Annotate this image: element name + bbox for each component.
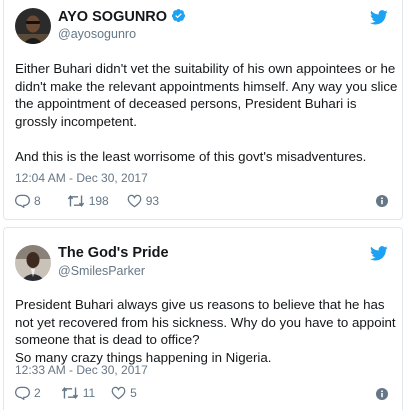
action-bar: 8 198 93 bbox=[15, 192, 173, 210]
like-count: 5 bbox=[130, 386, 137, 400]
like-button[interactable]: 93 bbox=[127, 194, 159, 208]
tweet-paragraph: Either Buhari didn't vet the suitability… bbox=[15, 61, 398, 129]
heart-icon bbox=[127, 194, 142, 208]
tweet-card[interactable]: AYO SOGUNRO @ayosogunro Either Buhari di… bbox=[3, 0, 403, 220]
timestamp[interactable]: 12:04 AM - Dec 30, 2017 bbox=[15, 171, 148, 185]
heart-icon bbox=[111, 386, 126, 400]
twitter-bird-icon[interactable] bbox=[370, 10, 388, 25]
tweet-text: Either Buhari didn't vet the suitability… bbox=[15, 60, 399, 165]
action-bar: 2 11 5 bbox=[15, 384, 151, 402]
info-icon[interactable] bbox=[376, 388, 388, 400]
reply-count: 2 bbox=[34, 386, 41, 400]
retweet-count: 198 bbox=[88, 194, 109, 208]
avatar[interactable] bbox=[15, 8, 51, 44]
author-name[interactable]: The God's Pride bbox=[58, 245, 169, 261]
author-handle[interactable]: @SmilesParker bbox=[58, 264, 145, 278]
reply-button[interactable]: 2 bbox=[15, 386, 41, 400]
author-name[interactable]: AYO SOGUNRO bbox=[58, 8, 186, 25]
like-count: 93 bbox=[145, 194, 160, 208]
retweet-button[interactable]: 198 bbox=[67, 194, 109, 208]
tweet-paragraph: And this is the least worrisome of this … bbox=[15, 148, 367, 164]
reply-count: 8 bbox=[34, 194, 41, 208]
twitter-bird-icon[interactable] bbox=[370, 246, 388, 261]
author-handle[interactable]: @ayosogunro bbox=[58, 27, 136, 41]
tweet-text: President Buhari always give us reasons … bbox=[15, 296, 399, 366]
tweet-paragraph: President Buhari always give us reasons … bbox=[15, 297, 396, 365]
retweet-icon bbox=[61, 387, 78, 399]
retweet-count: 11 bbox=[82, 386, 96, 400]
retweet-icon bbox=[67, 195, 84, 207]
timestamp[interactable]: 12:33 AM - Dec 30, 2017 bbox=[15, 363, 148, 377]
reply-button[interactable]: 8 bbox=[15, 194, 41, 208]
retweet-button[interactable]: 11 bbox=[61, 386, 95, 400]
avatar[interactable] bbox=[15, 245, 51, 281]
reply-icon bbox=[15, 194, 30, 208]
verified-badge-icon bbox=[171, 8, 186, 23]
like-button[interactable]: 5 bbox=[111, 386, 137, 400]
tweet-card[interactable]: The God's Pride @SmilesParker President … bbox=[3, 227, 403, 410]
info-icon[interactable] bbox=[376, 195, 388, 207]
reply-icon bbox=[15, 386, 30, 400]
